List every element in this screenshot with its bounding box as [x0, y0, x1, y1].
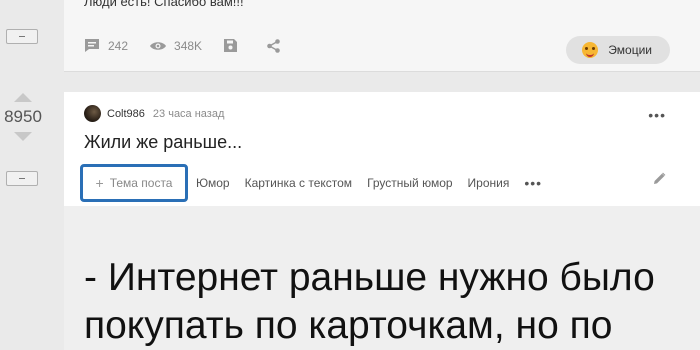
plus-icon: + [95, 175, 104, 191]
share-icon [267, 38, 280, 53]
upvote-icon[interactable] [14, 93, 32, 102]
downvote-icon[interactable] [14, 132, 32, 141]
tag[interactable]: Ирония [468, 176, 510, 190]
feed: 8950 Люди есть! Спасибо вам!!! 242 348K [0, 0, 700, 350]
collapse-story-button[interactable] [6, 171, 38, 186]
story-image: - Интернет раньше нужно было покупать по… [64, 206, 700, 350]
comments-count: 242 [108, 38, 129, 53]
tag[interactable]: Картинка с текстом [245, 176, 352, 190]
post-time: 23 часа назад [152, 107, 225, 120]
avatar[interactable] [84, 105, 101, 122]
eye-icon [150, 41, 167, 50]
author-name[interactable]: Colt986 [107, 108, 145, 120]
story-text-line: покупать по карточкам, но по [84, 304, 613, 347]
story-header: Colt986 23 часа назад [84, 105, 224, 122]
emotions-button[interactable]: Эмоции [566, 36, 670, 64]
comments-link[interactable]: 242 [84, 38, 128, 53]
minus-icon [19, 178, 25, 179]
story-footer: 242 348K [84, 38, 310, 53]
save-button[interactable] [224, 39, 245, 52]
story-text-line: - Интернет раньше нужно было [84, 256, 655, 299]
tag[interactable]: Юмор [196, 176, 230, 190]
add-tag-button[interactable]: + Тема поста [80, 164, 188, 202]
story-card: Colt986 23 часа назад ••• Жили же раньше… [64, 92, 700, 350]
collapse-previous-button[interactable] [6, 29, 38, 44]
previous-story-text: Люди есть! Спасибо вам!!! [84, 0, 244, 9]
tag[interactable]: Грустный юмор [367, 176, 452, 190]
tags-row: + Тема поста Юмор Картинка с текстом Гру… [80, 164, 542, 202]
post-title[interactable]: Жили же раньше... [84, 132, 242, 153]
story-image-text: - Интернет раньше нужно было покупать по… [84, 254, 655, 350]
comment-icon [85, 39, 99, 52]
rating-block: 8950 [0, 93, 46, 141]
add-tag-label: Тема поста [109, 176, 173, 190]
emoji-icon [582, 42, 599, 58]
views-count: 348K [174, 38, 203, 53]
more-tags-icon[interactable]: ••• [524, 175, 542, 191]
more-options-icon[interactable]: ••• [648, 107, 666, 123]
save-icon [224, 39, 238, 52]
minus-icon [19, 36, 25, 37]
edit-pencil-icon[interactable] [653, 172, 666, 185]
previous-story-card: Люди есть! Спасибо вам!!! 242 348K Эмоци… [64, 0, 700, 72]
share-button[interactable] [267, 38, 288, 53]
rating-value: 8950 [4, 107, 42, 126]
views-counter: 348K [150, 39, 202, 53]
emotions-label: Эмоции [608, 43, 652, 57]
left-rail: 8950 [0, 0, 50, 350]
